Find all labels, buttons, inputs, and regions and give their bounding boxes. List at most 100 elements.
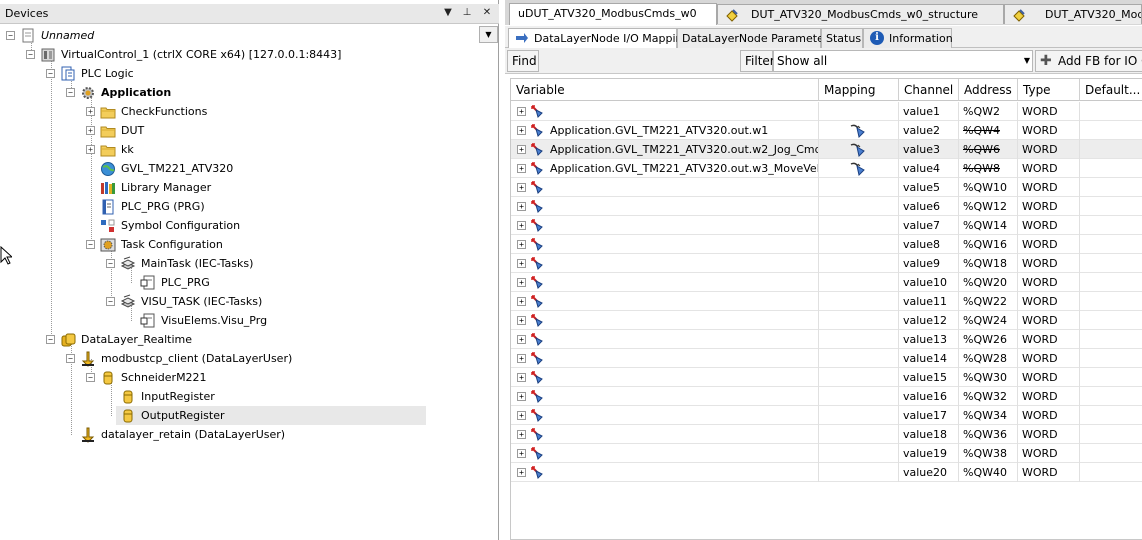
variable-cell[interactable]: + <box>511 178 819 197</box>
table-row[interactable]: + value10 %QW20 WORD <box>511 273 1142 292</box>
tree-node-datalayer-realtime[interactable]: − DataLayer_Realtime <box>0 330 480 349</box>
column-header-type[interactable]: Type <box>1018 79 1080 101</box>
table-row[interactable]: + value1 %QW2 WORD <box>511 102 1142 121</box>
collapse-icon[interactable]: − <box>86 240 95 249</box>
variable-cell[interactable]: + <box>511 387 819 406</box>
table-row[interactable]: + value5 %QW10 WORD <box>511 178 1142 197</box>
expand-icon[interactable]: + <box>517 468 526 477</box>
variable-cell[interactable]: + Application.GVL_TM221_ATV320.out.w2_Jog… <box>511 140 819 159</box>
pin-icon[interactable]: ⊥ <box>460 6 474 20</box>
variable-cell[interactable]: + <box>511 425 819 444</box>
expand-icon[interactable]: + <box>86 126 95 135</box>
tree-node-library-manager[interactable]: Library Manager <box>0 178 480 197</box>
tree-node-modbustcp-client-datalayeruser[interactable]: − modbustcp_client (DataLayerUser) <box>0 349 480 368</box>
tree-node-maintask-iec-tasks[interactable]: − MainTask (IEC-Tasks) <box>0 254 480 273</box>
table-row[interactable]: + Application.GVL_TM221_ATV320.out.w2_Jog… <box>511 140 1142 159</box>
expand-icon[interactable]: + <box>517 430 526 439</box>
default-value-cell[interactable] <box>1080 387 1142 406</box>
expand-icon[interactable]: + <box>517 164 526 173</box>
default-value-cell[interactable] <box>1080 254 1142 273</box>
variable-cell[interactable]: + <box>511 406 819 425</box>
expand-icon[interactable]: + <box>86 145 95 154</box>
tree-node-datalayer-retain-datalayeruser[interactable]: datalayer_retain (DataLayerUser) <box>0 425 480 444</box>
table-row[interactable]: + value16 %QW32 WORD <box>511 387 1142 406</box>
column-header-channel[interactable]: Channel <box>899 79 959 101</box>
expand-icon[interactable]: + <box>517 373 526 382</box>
column-header-address[interactable]: Address <box>959 79 1018 101</box>
table-row[interactable]: + value19 %QW38 WORD <box>511 444 1142 463</box>
tab-datalayernode-parameters[interactable]: DataLayerNode Parameters <box>677 28 834 48</box>
tree-node-schneiderm221[interactable]: − SchneiderM221 <box>0 368 480 387</box>
collapse-icon[interactable]: − <box>86 373 95 382</box>
tree-node-outputregister[interactable]: OutputRegister <box>116 406 426 425</box>
doc-tab-dut[interactable]: DUT_ATV320_ModbusCmds_w0 <box>1004 4 1142 24</box>
collapse-icon[interactable]: − <box>106 259 115 268</box>
tree-node-plc-prg-prg[interactable]: PLC_PRG (PRG) <box>0 197 480 216</box>
default-value-cell[interactable] <box>1080 235 1142 254</box>
collapse-icon[interactable]: − <box>6 31 15 40</box>
variable-cell[interactable]: + <box>511 444 819 463</box>
tab-information[interactable]: i Information <box>863 28 953 48</box>
default-value-cell[interactable] <box>1080 463 1142 482</box>
variable-cell[interactable]: + <box>511 292 819 311</box>
tree-node-task-configuration[interactable]: − Task Configuration <box>0 235 480 254</box>
collapse-icon[interactable]: − <box>26 50 35 59</box>
expand-icon[interactable]: + <box>86 107 95 116</box>
expand-icon[interactable]: + <box>517 183 526 192</box>
table-row[interactable]: + value8 %QW16 WORD <box>511 235 1142 254</box>
expand-icon[interactable]: + <box>517 145 526 154</box>
default-value-cell[interactable] <box>1080 311 1142 330</box>
table-row[interactable]: + value7 %QW14 WORD <box>511 216 1142 235</box>
tree-node-visuelems-visu-prg[interactable]: VisuElems.Visu_Prg <box>0 311 480 330</box>
table-row[interactable]: + value18 %QW36 WORD <box>511 425 1142 444</box>
tree-node-gvl-tm221-atv320[interactable]: GVL_TM221_ATV320 <box>0 159 480 178</box>
collapse-icon[interactable]: − <box>66 88 75 97</box>
variable-cell[interactable]: + <box>511 102 819 121</box>
column-header-mapping[interactable]: Mapping <box>819 79 899 101</box>
variable-cell[interactable]: + <box>511 349 819 368</box>
devices-dropdown-button[interactable]: ▼ <box>479 26 498 43</box>
tree-node-dut[interactable]: + DUT <box>0 121 480 140</box>
variable-cell[interactable]: + <box>511 311 819 330</box>
close-icon[interactable]: ✕ <box>480 6 494 20</box>
tree-node-kk[interactable]: + kk <box>0 140 480 159</box>
expand-icon[interactable]: + <box>517 449 526 458</box>
variable-cell[interactable]: + <box>511 368 819 387</box>
variable-cell[interactable]: + <box>511 254 819 273</box>
tree-node-visu-task-iec-tasks[interactable]: − VISU_TASK (IEC-Tasks) <box>0 292 480 311</box>
variable-cell[interactable]: + Application.GVL_TM221_ATV320.out.w3_Mov… <box>511 159 819 178</box>
tree-node-plc-logic[interactable]: − PLC Logic <box>0 64 480 83</box>
table-row[interactable]: + value12 %QW24 WORD <box>511 311 1142 330</box>
default-value-cell[interactable] <box>1080 159 1142 178</box>
expand-icon[interactable]: + <box>517 316 526 325</box>
doc-tab-dut-structure[interactable]: DUT_ATV320_ModbusCmds_w0_structure <box>717 4 1004 24</box>
add-fb-button[interactable]: ✚ Add FB for IO Ch <box>1035 50 1142 72</box>
variable-cell[interactable]: + <box>511 273 819 292</box>
tab-status[interactable]: Status <box>821 28 863 48</box>
filter-select[interactable]: Show all ▼ <box>773 50 1033 72</box>
tab-io-mapping[interactable]: DataLayerNode I/O Mapping <box>508 28 689 49</box>
expand-icon[interactable]: + <box>517 202 526 211</box>
tree-node-inputregister[interactable]: InputRegister <box>0 387 480 406</box>
collapse-icon[interactable]: − <box>46 335 55 344</box>
table-row[interactable]: + value9 %QW18 WORD <box>511 254 1142 273</box>
expand-icon[interactable]: + <box>517 411 526 420</box>
panel-menu-icon[interactable]: ▼ <box>441 6 455 20</box>
variable-cell[interactable]: + <box>511 463 819 482</box>
default-value-cell[interactable] <box>1080 216 1142 235</box>
table-row[interactable]: + Application.GVL_TM221_ATV320.out.w1 valu… <box>511 121 1142 140</box>
expand-icon[interactable]: + <box>517 240 526 249</box>
tree-node-unnamed[interactable]: − Unnamed <box>0 26 480 45</box>
default-value-cell[interactable] <box>1080 349 1142 368</box>
expand-icon[interactable]: + <box>517 126 526 135</box>
table-row[interactable]: + value6 %QW12 WORD <box>511 197 1142 216</box>
variable-cell[interactable]: + <box>511 330 819 349</box>
expand-icon[interactable]: + <box>517 221 526 230</box>
tree-node-symbol-configuration[interactable]: Symbol Configuration <box>0 216 480 235</box>
expand-icon[interactable]: + <box>517 354 526 363</box>
default-value-cell[interactable] <box>1080 178 1142 197</box>
default-value-cell[interactable] <box>1080 102 1142 121</box>
default-value-cell[interactable] <box>1080 425 1142 444</box>
default-value-cell[interactable] <box>1080 444 1142 463</box>
default-value-cell[interactable] <box>1080 368 1142 387</box>
